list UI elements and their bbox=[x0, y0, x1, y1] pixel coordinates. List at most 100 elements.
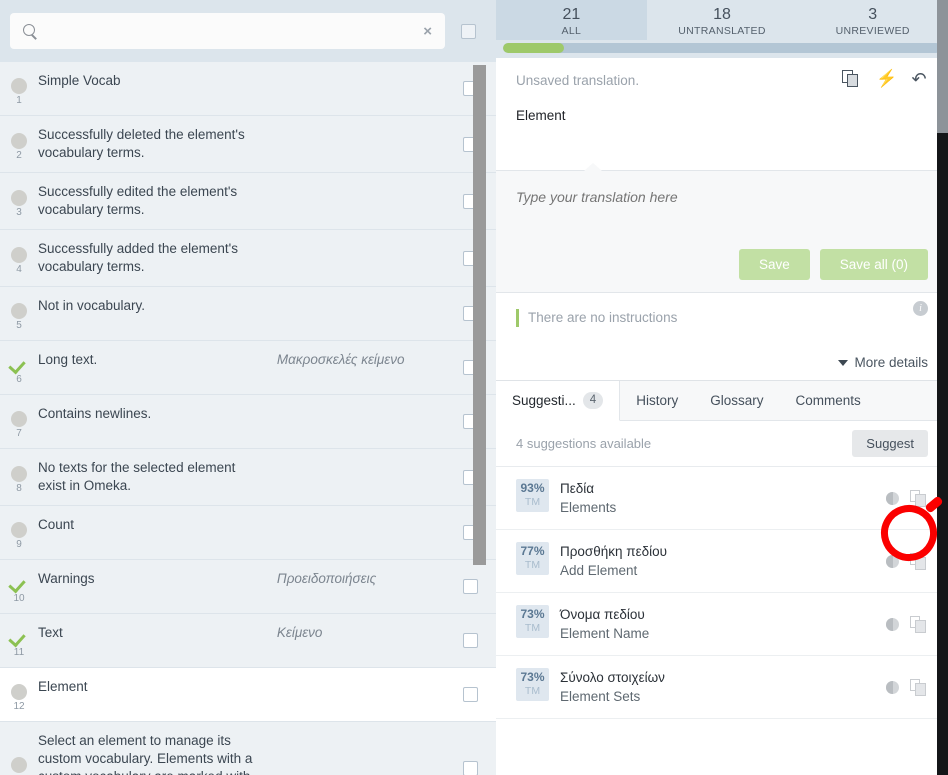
search-box[interactable]: × bbox=[10, 13, 445, 49]
unit-row[interactable]: 6 Long text. Μακροσκελές κείμενο bbox=[0, 341, 496, 395]
unit-checkbox-cell bbox=[444, 173, 496, 229]
unit-number: 1 bbox=[16, 94, 22, 106]
contrast-icon[interactable] bbox=[886, 617, 899, 631]
suggestion-item[interactable]: 77% TM Προσθήκη πεδίου Add Element bbox=[496, 530, 948, 593]
suggestions-list[interactable]: 93% TM Πεδία Elements 77% TM Προσθήκη πεδίου Ad… bbox=[496, 467, 948, 719]
unit-number: 12 bbox=[13, 700, 25, 712]
translation-input[interactable] bbox=[516, 187, 928, 207]
undo-icon[interactable]: ↶ bbox=[910, 70, 928, 88]
unit-index: 10 bbox=[0, 560, 38, 613]
suggestion-actions bbox=[886, 679, 928, 696]
status-tab-count: 18 bbox=[713, 5, 731, 23]
detail-tabs[interactable]: Suggesti... 4 History Glossary Comments bbox=[496, 381, 948, 421]
unit-target-text: Κείμενο bbox=[276, 625, 323, 640]
untranslated-dot-icon bbox=[11, 247, 27, 263]
untranslated-dot-icon bbox=[11, 683, 27, 700]
unit-row[interactable]: 13Select an element to manage its custom… bbox=[0, 722, 496, 775]
unit-source-text: Text bbox=[38, 625, 63, 640]
select-all-checkbox[interactable] bbox=[461, 23, 476, 39]
suggestion-actions bbox=[886, 490, 928, 507]
unit-index: 2 bbox=[0, 116, 38, 172]
unit-number: 7 bbox=[16, 427, 22, 439]
contrast-icon[interactable] bbox=[886, 491, 899, 505]
suggestion-texts: Όνομα πεδίου Element Name bbox=[560, 605, 875, 643]
copy-suggestion-icon[interactable] bbox=[910, 553, 926, 570]
untranslated-dot-icon bbox=[11, 466, 27, 482]
unit-row[interactable]: 5 Not in vocabulary. bbox=[0, 287, 496, 341]
more-details-toggle[interactable]: More details bbox=[838, 355, 928, 370]
status-tab-untranslated[interactable]: 18 UNTRANSLATED bbox=[647, 0, 798, 40]
unit-row[interactable]: 2 Successfully deleted the element's voca… bbox=[0, 116, 496, 173]
unit-row[interactable]: 4 Successfully added the element's vocabu… bbox=[0, 230, 496, 287]
contrast-icon[interactable] bbox=[886, 680, 899, 694]
unit-row[interactable]: 1 Simple Vocab bbox=[0, 62, 496, 116]
lightning-bolt-icon[interactable]: ⚡ bbox=[876, 70, 897, 88]
copy-suggestion-icon[interactable] bbox=[910, 490, 926, 507]
suggestion-source-text: Element Name bbox=[560, 626, 650, 641]
status-tab-all[interactable]: 21 ALL bbox=[496, 0, 647, 40]
suggestion-target-text: Σύνολο στοιχείων bbox=[560, 670, 665, 685]
unit-row[interactable]: 7 Contains newlines. bbox=[0, 395, 496, 449]
unit-number: 9 bbox=[16, 538, 22, 550]
unit-row[interactable]: 3 Successfully edited the element's vocab… bbox=[0, 173, 496, 230]
status-filter-tabs[interactable]: 21 ALL 18 UNTRANSLATED 3 UNREVIEWED bbox=[496, 0, 948, 40]
editor-toolbar: ⚡ ↶ bbox=[842, 70, 928, 88]
tab-history[interactable]: History bbox=[620, 381, 694, 420]
translated-check-icon bbox=[10, 357, 28, 373]
unit-number: 8 bbox=[16, 483, 22, 494]
unit-checkbox-cell bbox=[444, 560, 496, 613]
suggestion-item[interactable]: 73% TM Όνομα πεδίου Element Name bbox=[496, 593, 948, 656]
suggestion-target-text: Πεδία bbox=[560, 481, 595, 496]
unit-checkbox-cell bbox=[444, 287, 496, 340]
unit-source-text: Count bbox=[38, 517, 75, 532]
unit-body: Element bbox=[38, 668, 444, 721]
unit-row[interactable]: 11 Text Κείμενο bbox=[0, 614, 496, 668]
suggestion-texts: Προσθήκη πεδίου Add Element bbox=[560, 542, 875, 580]
unit-checkbox-cell bbox=[444, 722, 496, 775]
unit-number: 6 bbox=[16, 373, 22, 385]
suggest-button[interactable]: Suggest bbox=[852, 430, 928, 457]
suggestion-item[interactable]: 73% TM Σύνολο στοιχείων Element Sets bbox=[496, 656, 948, 719]
copy-suggestion-icon[interactable] bbox=[910, 616, 926, 633]
suggestion-texts: Πεδία Elements bbox=[560, 479, 875, 517]
suggestion-item[interactable]: 93% TM Πεδία Elements bbox=[496, 467, 948, 530]
copy-icon[interactable] bbox=[842, 70, 860, 88]
panel-scrollbar[interactable] bbox=[937, 0, 948, 775]
status-tab-count: 3 bbox=[868, 5, 878, 23]
contrast-icon[interactable] bbox=[886, 554, 899, 568]
unit-row[interactable]: 8 No texts for the selected element exist… bbox=[0, 449, 496, 506]
tab-suggesti[interactable]: Suggesti... 4 bbox=[496, 381, 621, 421]
unit-row[interactable]: 10 Warnings Προειδοποιήσεις bbox=[0, 560, 496, 614]
unit-body: Contains newlines. bbox=[38, 395, 444, 448]
unit-body: No texts for the selected element exist … bbox=[38, 449, 444, 505]
search-input[interactable] bbox=[47, 23, 421, 39]
unit-number: 4 bbox=[16, 264, 22, 275]
unit-number: 11 bbox=[13, 646, 25, 658]
unit-number: 10 bbox=[13, 592, 25, 604]
clear-search-icon[interactable]: × bbox=[420, 22, 435, 41]
unit-source-text: Successfully deleted the element's vocab… bbox=[38, 127, 245, 160]
panel-scrollbar-thumb[interactable] bbox=[937, 0, 948, 133]
unit-source-text: Contains newlines. bbox=[38, 406, 152, 421]
status-tab-label: UNTRANSLATED bbox=[678, 24, 766, 37]
suggestion-target-text: Προσθήκη πεδίου bbox=[560, 544, 668, 559]
unit-row[interactable]: 9 Count bbox=[0, 506, 496, 560]
save-all-button[interactable]: Save all (0) bbox=[819, 249, 928, 280]
copy-suggestion-icon[interactable] bbox=[910, 679, 926, 696]
unit-list[interactable]: 1 Simple Vocab 2 Successfully deleted the e… bbox=[0, 62, 496, 775]
units-scrollbar[interactable] bbox=[473, 62, 486, 775]
info-icon[interactable]: i bbox=[913, 301, 928, 316]
more-details-label: More details bbox=[854, 355, 928, 370]
suggestion-source-text: Add Element bbox=[560, 563, 638, 578]
suggestion-origin: TM bbox=[524, 622, 541, 634]
unit-row[interactable]: 12 Element bbox=[0, 668, 496, 722]
units-scrollbar-thumb[interactable] bbox=[473, 65, 486, 565]
tab-glossary[interactable]: Glossary bbox=[694, 381, 779, 420]
untranslated-dot-icon bbox=[11, 77, 27, 94]
suggestion-texts: Σύνολο στοιχείων Element Sets bbox=[560, 668, 875, 706]
unit-checkbox-cell bbox=[444, 614, 496, 667]
status-tab-unreviewed[interactable]: 3 UNREVIEWED bbox=[797, 0, 948, 40]
untranslated-dot-icon bbox=[11, 190, 27, 206]
tab-comments[interactable]: Comments bbox=[779, 381, 876, 420]
save-button[interactable]: Save bbox=[738, 249, 810, 280]
